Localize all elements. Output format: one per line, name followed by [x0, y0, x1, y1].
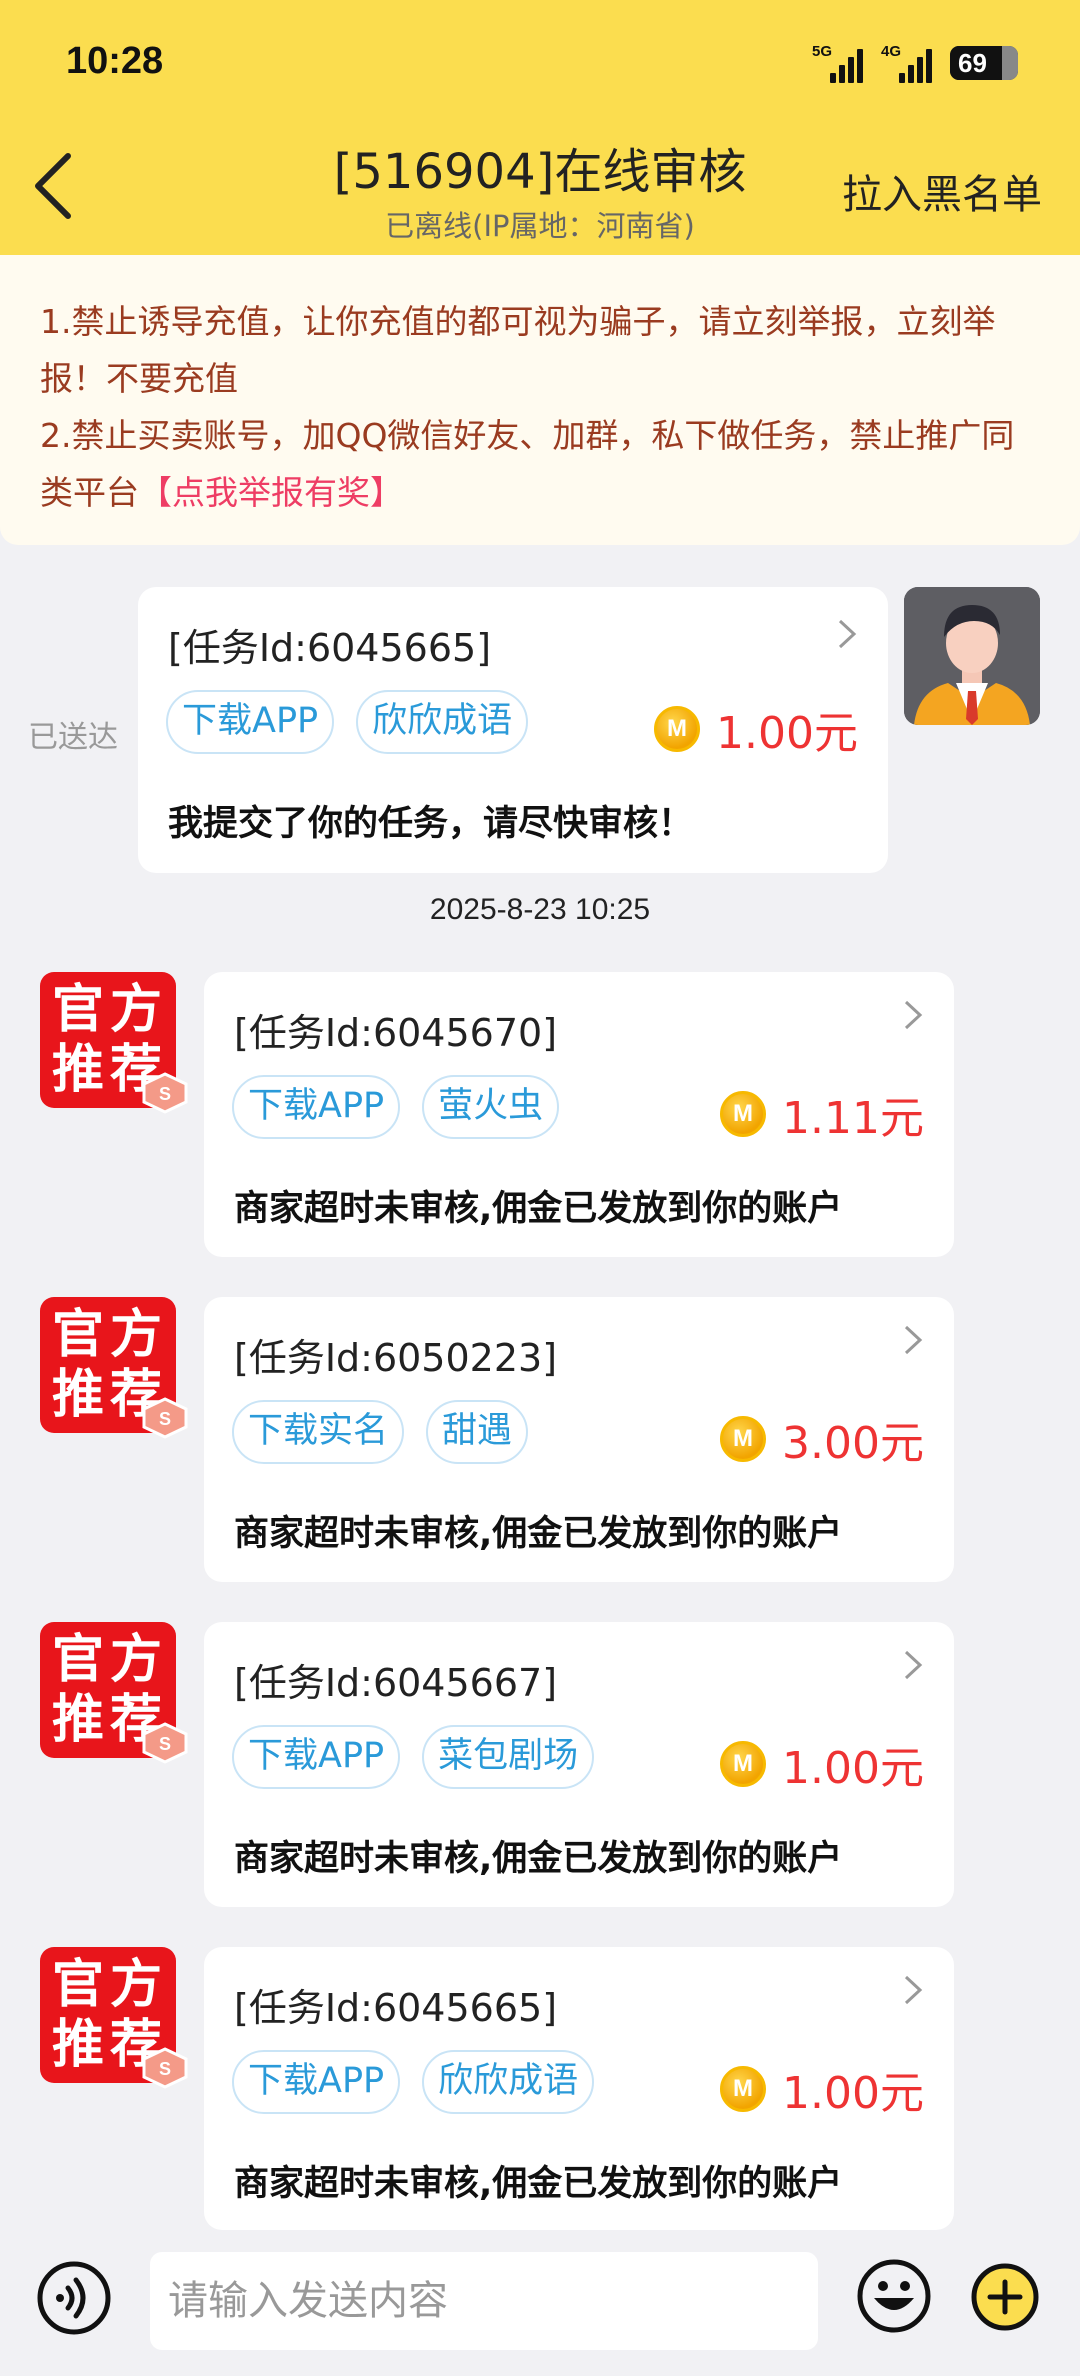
task-id: [任务Id:6045670] — [234, 1011, 558, 1055]
task-tags: 下载APP 萤火虫 — [232, 1075, 560, 1139]
svg-text:S: S — [159, 1409, 171, 1429]
task-tag: 下载APP — [232, 1075, 401, 1139]
chevron-right-icon — [904, 1325, 923, 1355]
svg-text:S: S — [159, 2059, 171, 2079]
coin-icon: M — [720, 1741, 767, 1787]
reward-amount: 1.00元 — [716, 708, 858, 759]
message-text: 商家超时未审核,佣金已发放到你的账户 — [234, 1189, 843, 1229]
message-text: 我提交了你的任务，请尽快审核！ — [168, 804, 694, 844]
task-tag: 欣欣成语 — [356, 690, 529, 754]
task-tags: 下载APP 欣欣成语 — [166, 690, 529, 754]
task-reward: M 1.11元 — [720, 1082, 924, 1146]
task-tag: 萤火虫 — [422, 1075, 560, 1139]
plus-icon[interactable] — [970, 2262, 1040, 2332]
notice-line-2: 2.禁止买卖账号，加QQ微信好友、加群，私下做任务，禁止推广同类平台【点我举报有… — [40, 416, 1015, 512]
status-icons: 5G 4G 69 — [812, 38, 1018, 88]
task-card[interactable]: [任务Id:6045667] 下载APP 菜包剧场 M 1.00元 商家超时未审… — [204, 1622, 954, 1907]
task-tag: 菜包剧场 — [422, 1725, 595, 1789]
task-tag: 下载实名 — [232, 1400, 405, 1464]
header: 10:28 5G 4G 69 [516904]在线审核 已离线(IP属地：河南省… — [0, 0, 1080, 255]
task-reward: M 1.00元 — [654, 697, 858, 761]
chevron-right-icon — [904, 1975, 923, 2005]
avatar[interactable] — [904, 587, 1040, 725]
task-card[interactable]: [任务Id:6045665] 下载APP 欣欣成语 M 1.00元 商家超时未审… — [204, 1947, 954, 2230]
voice-icon[interactable] — [36, 2260, 112, 2336]
task-reward: M 1.00元 — [720, 1732, 924, 1796]
reward-amount: 3.00元 — [782, 1418, 924, 1469]
task-id: [任务Id:6050223] — [234, 1336, 558, 1380]
emoji-icon[interactable] — [856, 2258, 932, 2334]
task-card[interactable]: [任务Id:6045670] 下载APP 萤火虫 M 1.11元 商家超时未审核… — [204, 972, 954, 1257]
reward-amount: 1.00元 — [782, 1743, 924, 1794]
task-tag: 下载APP — [232, 1725, 401, 1789]
warning-notice: 1.禁止诱导充值，让你充值的都可视为骗子，请立刻举报，立刻举报！不要充值 2.禁… — [0, 255, 1080, 545]
chevron-right-icon — [838, 619, 857, 649]
task-tag: 下载APP — [166, 690, 335, 754]
reward-amount: 1.11元 — [782, 1093, 924, 1144]
chevron-right-icon — [904, 1000, 923, 1030]
battery-level: 69 — [958, 47, 987, 78]
task-tag: 下载APP — [232, 2050, 401, 2114]
notice-line-1: 1.禁止诱导充值，让你充值的都可视为骗子，请立刻举报，立刻举报！不要充值 — [40, 302, 996, 398]
task-id: [任务Id:6045667] — [234, 1661, 558, 1705]
task-id: [任务Id:6045665] — [234, 1986, 558, 2030]
message-text: 商家超时未审核,佣金已发放到你的账户 — [234, 1839, 843, 1879]
delivered-status: 已送达 — [28, 720, 118, 755]
reward-amount: 1.00元 — [782, 2068, 924, 2119]
blacklist-button[interactable]: 拉入黑名单 — [842, 162, 1042, 220]
svg-text:S: S — [159, 1734, 171, 1754]
status-time: 10:28 — [66, 40, 164, 82]
coin-icon: M — [720, 1091, 767, 1137]
task-card[interactable]: [任务Id:6050223] 下载实名 甜遇 M 3.00元 商家超时未审核,佣… — [204, 1297, 954, 1582]
badge-emblem-icon: S — [142, 1072, 188, 1114]
user-avatar-icon — [904, 587, 1040, 725]
coin-icon: M — [720, 1416, 767, 1462]
task-reward: M 1.00元 — [720, 2057, 924, 2121]
signal-4g-icon: 4G — [881, 43, 932, 83]
task-tag: 甜遇 — [426, 1400, 529, 1464]
task-tags: 下载APP 菜包剧场 — [232, 1725, 595, 1789]
report-link[interactable]: 【点我举报有奖】 — [139, 473, 403, 512]
battery-icon: 69 — [950, 46, 1018, 80]
badge-emblem-icon: S — [142, 1397, 188, 1439]
task-tags: 下载实名 甜遇 — [232, 1400, 529, 1464]
message-input-bar — [0, 2232, 1080, 2376]
badge-emblem-icon: S — [142, 2047, 188, 2089]
signal-5g-icon: 5G — [812, 43, 863, 83]
message-input[interactable] — [150, 2252, 818, 2350]
task-tags: 下载APP 欣欣成语 — [232, 2050, 595, 2114]
badge-emblem-icon: S — [142, 1722, 188, 1764]
coin-icon: M — [720, 2066, 767, 2112]
message-text: 商家超时未审核,佣金已发放到你的账户 — [234, 2164, 843, 2204]
message-timestamp: 2025-8-23 10:25 — [429, 893, 651, 926]
message-text: 商家超时未审核,佣金已发放到你的账户 — [234, 1514, 843, 1554]
my-task-card[interactable]: [任务Id:6045665] 下载APP 欣欣成语 M 1.00元 我提交了你的… — [138, 587, 888, 873]
task-tag: 欣欣成语 — [422, 2050, 595, 2114]
task-reward: M 3.00元 — [720, 1407, 924, 1471]
chevron-right-icon — [904, 1650, 923, 1680]
svg-text:S: S — [159, 1084, 171, 1104]
coin-icon: M — [654, 706, 701, 752]
task-id: [任务Id:6045665] — [168, 626, 492, 670]
